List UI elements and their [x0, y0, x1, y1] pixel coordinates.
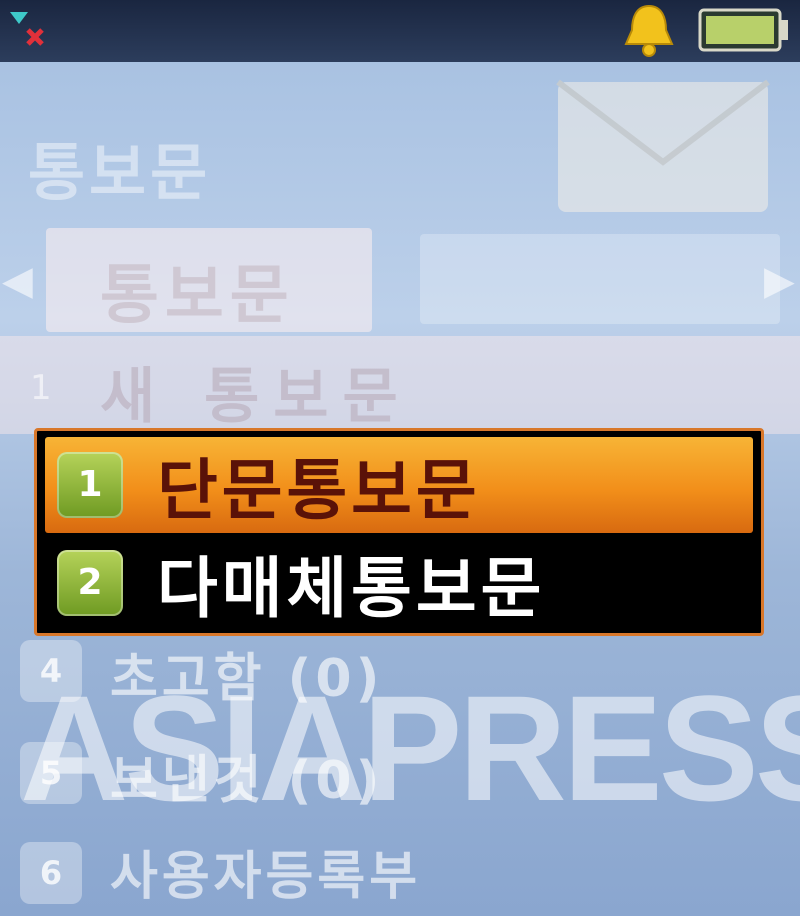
- menu-item-label: 단문통보문: [157, 452, 481, 529]
- list-item-number: 1: [30, 368, 52, 408]
- menu-item-mms[interactable]: 2 다매체통보문: [45, 535, 753, 631]
- bell-icon: [624, 4, 674, 57]
- number-badge: 2: [57, 550, 123, 616]
- chevron-left-icon[interactable]: ◀: [2, 258, 33, 304]
- menu-item-sms[interactable]: 1 단문통보문: [45, 437, 753, 533]
- tab-secondary[interactable]: [420, 234, 780, 324]
- message-type-popup: 1 단문통보문 2 다매체통보문: [34, 428, 764, 636]
- tab-messages-label: 통보문: [100, 259, 295, 333]
- menu-item-label: 다매체통보문: [157, 550, 546, 627]
- signal-off-icon: [10, 12, 44, 46]
- list-item-label: 새 통보문: [100, 362, 412, 432]
- watermark: ASIAPRESS: [20, 664, 800, 832]
- number-badge: 1: [57, 452, 123, 518]
- battery-icon: [698, 8, 788, 52]
- status-bar: [0, 0, 800, 62]
- screen-title: 통보문: [28, 136, 212, 209]
- list-item-number: 6: [20, 842, 82, 904]
- envelope-icon: [556, 79, 770, 212]
- chevron-right-icon[interactable]: ▶: [764, 258, 795, 304]
- list-item-contacts[interactable]: 사용자등록부: [110, 834, 421, 909]
